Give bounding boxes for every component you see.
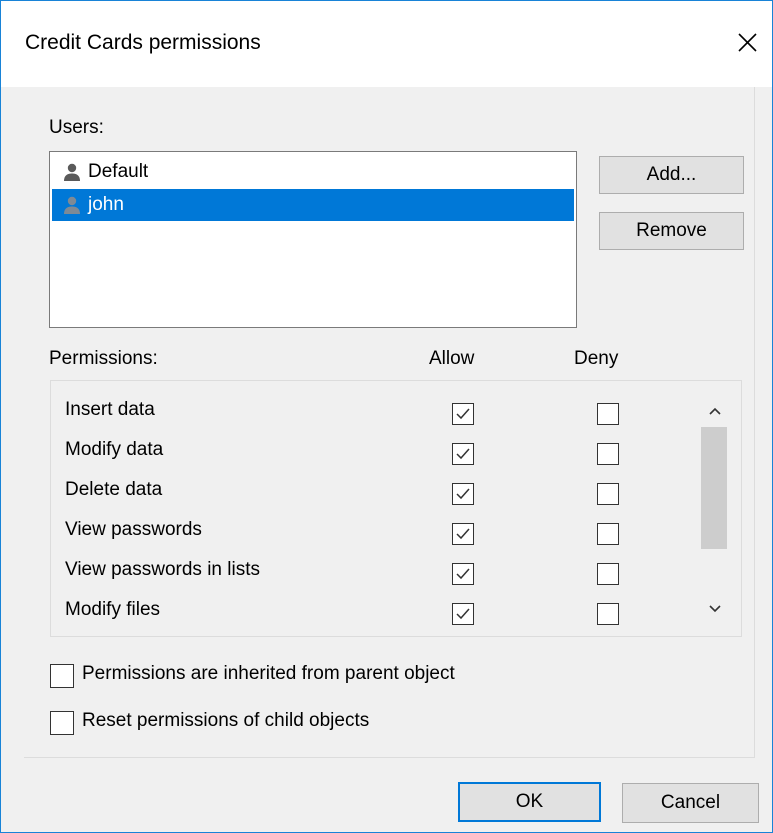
permission-name: View passwords bbox=[65, 519, 202, 540]
title-bar: Credit Cards permissions bbox=[1, 1, 772, 87]
close-button[interactable] bbox=[729, 25, 765, 61]
chevron-up-icon bbox=[709, 407, 721, 415]
permission-name: Insert data bbox=[65, 399, 155, 420]
deny-checkbox[interactable] bbox=[597, 563, 619, 585]
cancel-button[interactable]: Cancel bbox=[622, 783, 759, 823]
deny-checkbox[interactable] bbox=[597, 523, 619, 545]
inherit-permissions-label[interactable]: Permissions are inherited from parent ob… bbox=[82, 663, 455, 685]
user-icon bbox=[64, 196, 80, 214]
deny-checkbox[interactable] bbox=[597, 403, 619, 425]
close-icon bbox=[738, 33, 757, 52]
allow-checkbox[interactable] bbox=[452, 563, 474, 585]
permission-row-view-passwords: View passwords bbox=[51, 513, 691, 553]
allow-column-header: Allow bbox=[429, 348, 475, 369]
allow-checkbox[interactable] bbox=[452, 443, 474, 465]
checkmark-icon bbox=[456, 528, 470, 540]
reset-child-permissions-label[interactable]: Reset permissions of child objects bbox=[82, 710, 369, 732]
users-label: Users: bbox=[49, 117, 104, 138]
user-name: Default bbox=[88, 161, 149, 182]
permission-name: Delete data bbox=[65, 479, 163, 500]
scroll-up-button[interactable] bbox=[699, 399, 731, 423]
reset-child-permissions-checkbox[interactable] bbox=[50, 711, 74, 735]
permission-row-insert-data: Insert data bbox=[51, 393, 691, 433]
deny-checkbox[interactable] bbox=[597, 483, 619, 505]
checkmark-icon bbox=[456, 488, 470, 500]
allow-checkbox[interactable] bbox=[452, 603, 474, 625]
permission-name: Modify data bbox=[65, 439, 164, 460]
checkmark-icon bbox=[456, 448, 470, 460]
deny-checkbox[interactable] bbox=[597, 443, 619, 465]
checkmark-icon bbox=[456, 568, 470, 580]
allow-checkbox[interactable] bbox=[452, 483, 474, 505]
user-name: john bbox=[88, 194, 124, 215]
checkmark-icon bbox=[456, 408, 470, 420]
remove-user-button[interactable]: Remove bbox=[599, 212, 744, 250]
user-item-default[interactable]: Default bbox=[52, 156, 574, 188]
permission-row-view-passwords-in-lists: View passwords in lists bbox=[51, 553, 691, 593]
allow-checkbox[interactable] bbox=[452, 403, 474, 425]
permissions-list: Insert data Modify data Delete data View… bbox=[50, 380, 742, 637]
permission-row-delete-data: Delete data bbox=[51, 473, 691, 513]
user-item-john[interactable]: john bbox=[52, 189, 574, 221]
add-user-button[interactable]: Add... bbox=[599, 156, 744, 194]
permission-name: View passwords in lists bbox=[65, 559, 261, 580]
checkmark-icon bbox=[456, 608, 470, 620]
permission-row-modify-files: Modify files bbox=[51, 593, 691, 633]
scroll-down-button[interactable] bbox=[699, 597, 731, 621]
permissions-label: Permissions: bbox=[49, 348, 158, 369]
users-list[interactable]: Default john bbox=[49, 151, 577, 328]
permissions-dialog: Credit Cards permissions Users: Default … bbox=[0, 0, 773, 833]
permission-name: Modify files bbox=[65, 599, 161, 620]
inherit-permissions-checkbox[interactable] bbox=[50, 664, 74, 688]
permission-row-modify-data: Modify data bbox=[51, 433, 691, 473]
ok-button[interactable]: OK bbox=[458, 782, 601, 822]
chevron-down-icon bbox=[709, 605, 721, 613]
deny-column-header: Deny bbox=[574, 348, 619, 369]
user-icon bbox=[64, 163, 80, 181]
dialog-title: Credit Cards permissions bbox=[25, 31, 261, 54]
allow-checkbox[interactable] bbox=[452, 523, 474, 545]
deny-checkbox[interactable] bbox=[597, 603, 619, 625]
scrollbar-thumb[interactable] bbox=[701, 427, 727, 549]
